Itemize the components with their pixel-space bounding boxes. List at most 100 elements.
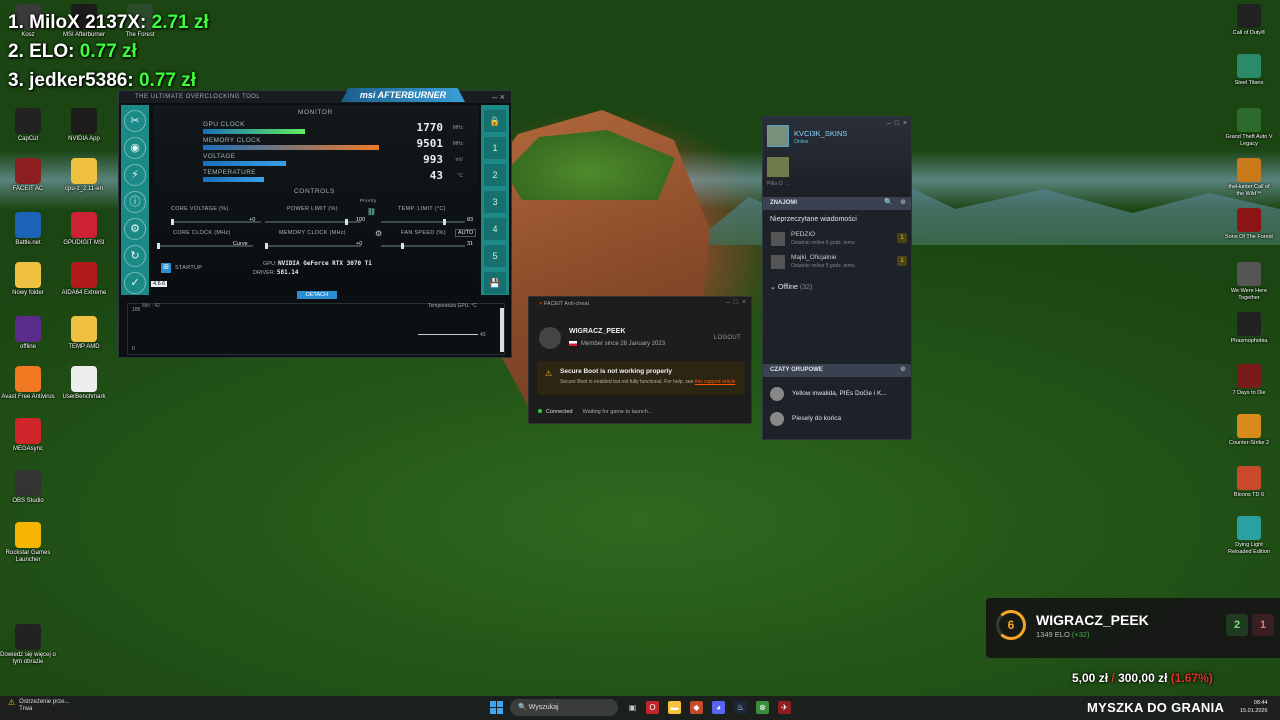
unread-badge: 1: [897, 233, 907, 243]
logout-button[interactable]: LOGOUT: [714, 335, 741, 341]
desktop-icon[interactable]: Steel Titans: [1224, 54, 1274, 87]
scanner-icon[interactable]: ⚡: [124, 164, 146, 186]
desktop-icon[interactable]: GPUDIGIT MSI: [56, 212, 112, 247]
core-voltage-slider[interactable]: [171, 219, 261, 225]
secure-boot-warning: ⚠ Secure Boot is not working properly Se…: [537, 361, 745, 395]
steam-icon[interactable]: ♨: [734, 701, 747, 714]
apply-icon[interactable]: ✓: [124, 272, 146, 294]
desktop-icon-label: Bloons TD 6: [1233, 492, 1265, 498]
close-icon[interactable]: – ×: [492, 92, 505, 102]
desktop-icon[interactable]: UserBenchmark: [56, 366, 112, 401]
group-chats-header: CZATY GRUPOWE ⊕: [763, 364, 911, 377]
oc-scanner-icon[interactable]: ✂: [124, 110, 146, 132]
clock-date: 15.01.2026: [1240, 708, 1268, 714]
desktop-icon[interactable]: cpu-z_2.11-en: [56, 158, 112, 193]
memory-clock-label: MEMORY CLOCK (MHz): [279, 230, 346, 236]
detach-button[interactable]: DETACH: [297, 291, 337, 299]
desktop-icon[interactable]: NVIDIA App: [56, 108, 112, 143]
group-chat-row[interactable]: Yellow inwalida, PIEs DoGe i K...: [770, 384, 910, 404]
faceit-anticheat-window[interactable]: ◖ FACEIT Anti-cheat – □ × WIGRACZ_PEEK M…: [528, 296, 752, 424]
desktop-icon[interactable]: Bloons TD 6: [1224, 466, 1274, 499]
desktop-icon[interactable]: Sons Of The Forest: [1224, 208, 1274, 241]
taskbar-notification[interactable]: ⚠ Ostrzeżenie prze... Trwa: [8, 699, 70, 713]
desktop-icon-label: UserBenchmark: [62, 394, 106, 400]
window-title: ◖ FACEIT Anti-cheat: [529, 297, 751, 310]
desktop-icon-label: Steel Titans: [1234, 80, 1264, 86]
lock-icon[interactable]: 🔒: [484, 110, 506, 132]
system-clock[interactable]: 08:44 15.01.2026: [1240, 699, 1268, 715]
offline-group[interactable]: ⌄ Offline (32): [770, 283, 812, 291]
save-icon[interactable]: 💾: [484, 272, 506, 294]
desktop-icon[interactable]: Counter-Strike 2: [1224, 414, 1274, 447]
game-thumbnail[interactable]: [767, 157, 789, 177]
add-friend-icon[interactable]: ⊕: [900, 198, 906, 206]
xbox-icon[interactable]: ⊗: [756, 701, 769, 714]
desktop-icon[interactable]: AIDA64 Extreme: [56, 262, 112, 297]
profile-2-button[interactable]: 2: [484, 164, 506, 186]
settings-icon[interactable]: ⚙: [124, 218, 146, 240]
memory-clock-slider[interactable]: [265, 243, 361, 249]
window-controls[interactable]: – □ ×: [726, 299, 746, 306]
opera-icon[interactable]: O: [646, 701, 659, 714]
link-icon[interactable]: ⛓: [367, 208, 376, 216]
desktop-icon[interactable]: FACEIT AC: [0, 158, 56, 193]
sotf-icon: [1237, 208, 1261, 232]
desktop-icon[interactable]: Nowy folder: [0, 262, 56, 297]
desktop-icon[interactable]: Rockstar Games Launcher: [0, 522, 56, 564]
search-input[interactable]: 🔍 Wyszukaj: [510, 699, 618, 716]
profile-1-button[interactable]: 1: [484, 137, 506, 159]
graph-scrollbar[interactable]: [500, 308, 504, 352]
monitor-heading: MONITOR: [298, 109, 333, 116]
fan-auto-button[interactable]: AUTO: [455, 229, 477, 237]
warning-icon: ⚠: [8, 698, 16, 707]
profile-name[interactable]: KVCI3K_SKINS: [794, 129, 847, 138]
avatar[interactable]: [767, 125, 789, 147]
discord-icon[interactable]: ◕: [712, 701, 725, 714]
desktop-icon[interactable]: Dying Light Reloaded Edition: [1224, 516, 1274, 555]
windows-startup-icon[interactable]: ⊞: [161, 263, 171, 273]
desktop-icon[interactable]: Battle.net: [0, 212, 56, 247]
desktop-icon[interactable]: Phasmophobia: [1224, 312, 1274, 345]
support-article-link[interactable]: this support article: [695, 379, 736, 385]
task-view-icon[interactable]: ▣: [626, 701, 639, 714]
search-icon[interactable]: 🔍: [884, 198, 893, 206]
desktop-icon[interactable]: CapCut: [0, 108, 56, 143]
desktop-icon[interactable]: offline: [0, 316, 56, 351]
info-icon[interactable]: ⓘ: [124, 191, 146, 213]
folder-icon: [71, 316, 97, 342]
reset-icon[interactable]: ↻: [124, 245, 146, 267]
desktop-icon[interactable]: Dowiedz się więcej o tym obrazie: [0, 624, 56, 666]
taskbar: ⚠ Ostrzeżenie prze... Trwa 🔍 Wyszukaj ▣ O …: [0, 696, 1280, 720]
power-limit-slider[interactable]: [265, 219, 361, 225]
msi-afterburner-window[interactable]: THE ULTIMATE OVERCLOCKING TOOL msi AFTER…: [118, 88, 512, 358]
desktop-icon[interactable]: theHunter Call of the Wild™: [1224, 158, 1274, 197]
desktop-icon[interactable]: MEGAsync: [0, 418, 56, 453]
desktop-icon[interactable]: Avast Free Antivirus: [0, 366, 56, 401]
friend-row[interactable]: PEDZIO Ostatnio online 6 godz. temu 1: [771, 230, 909, 252]
profile-4-button[interactable]: 4: [484, 218, 506, 240]
desktop-icon[interactable]: OBS Studio: [0, 470, 56, 505]
monitor-graph[interactable]: 100 Min : 42 Temperatura GPU, °C 43 0: [127, 303, 505, 355]
steam-friends-window[interactable]: KVCI3K_SKINS Online – □ × PIEs D → ZNAJO…: [762, 116, 912, 440]
msi-taskbar-icon[interactable]: ✈: [778, 701, 791, 714]
warning-body: Secure Boot is enabled but not fully fun…: [560, 379, 695, 385]
temp-limit-slider[interactable]: [381, 219, 465, 225]
kombustor-icon[interactable]: ◉: [124, 137, 146, 159]
friend-row[interactable]: Majki_Oficjalnie Ostatnio online 5 godz.…: [771, 253, 909, 275]
desktop-icon[interactable]: We Were Here Together: [1224, 262, 1274, 301]
group-chat-row[interactable]: Piesely do końca: [770, 409, 910, 429]
faceit-taskbar-icon[interactable]: ◆: [690, 701, 703, 714]
profile-5-button[interactable]: 5: [484, 245, 506, 267]
add-group-icon[interactable]: ⊕: [900, 365, 906, 373]
desktop-icon[interactable]: Grand Theft Auto V Legacy: [1224, 108, 1274, 147]
desktop-icon[interactable]: 7 Days to Die: [1224, 364, 1274, 397]
file-explorer-icon[interactable]: ▬: [668, 701, 681, 714]
desktop-icon-label: 7 Days to Die: [1232, 390, 1266, 396]
profile-3-button[interactable]: 3: [484, 191, 506, 213]
desktop-icon[interactable]: Call of Duty®: [1224, 4, 1274, 37]
window-controls[interactable]: – □ ×: [887, 120, 907, 127]
fan-gear-icon[interactable]: ⚙: [375, 229, 382, 238]
start-button[interactable]: [490, 701, 503, 714]
fan-speed-slider[interactable]: [381, 243, 465, 249]
desktop-icon[interactable]: TEMP AMD: [56, 316, 112, 351]
